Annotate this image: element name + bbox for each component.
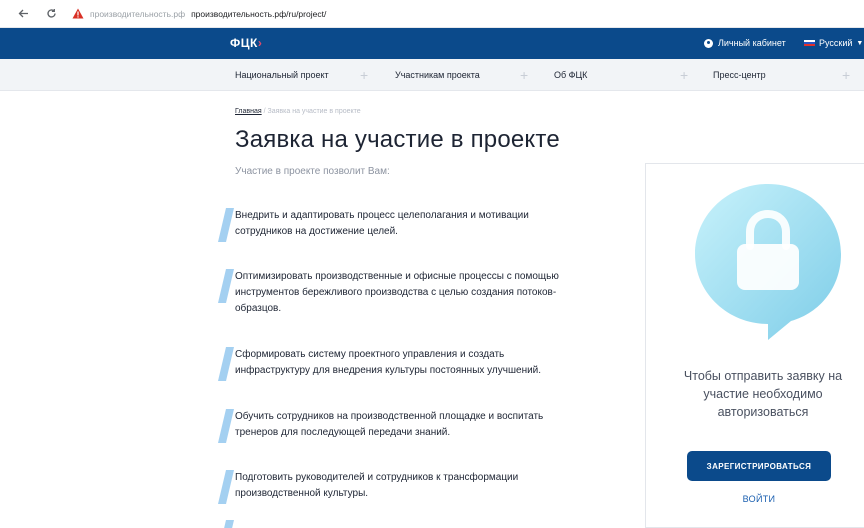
reload-icon[interactable] xyxy=(42,5,60,23)
benefit-text: Внедрить и адаптировать процесс целепола… xyxy=(235,210,529,237)
cabinet-label: Личный кабинет xyxy=(718,38,786,48)
warning-triangle-icon[interactable] xyxy=(72,8,84,20)
nav-item-national-project[interactable]: Национальный проект xyxy=(235,59,329,91)
lock-icon xyxy=(695,184,841,340)
site-logo[interactable]: ФЦК› xyxy=(230,36,262,50)
quote-slash-icon xyxy=(218,347,234,381)
auth-required-card: Чтобы отправить заявку на участие необхо… xyxy=(645,163,864,528)
language-selector[interactable]: Русский ▼ xyxy=(804,38,863,48)
nav-item-about[interactable]: Об ФЦК xyxy=(554,59,587,91)
benefit-text: Оптимизировать производственные и офисны… xyxy=(235,271,559,314)
breadcrumb-separator: / xyxy=(263,108,266,115)
caret-down-icon: ▼ xyxy=(856,39,864,47)
site-header: ФЦК› Личный кабинет Русский ▼ xyxy=(0,28,864,59)
nav-expand-icon[interactable]: + xyxy=(360,67,368,83)
login-link[interactable]: ВОЙТИ xyxy=(687,494,831,504)
url-full: производительность.рф/ru/project/ xyxy=(191,8,327,19)
address-bar[interactable]: производительность.рф производительность… xyxy=(90,9,326,19)
benefit-text: Подготовить руководителей и сотрудников … xyxy=(235,472,519,499)
page-title: Заявка на участие в проекте xyxy=(235,126,560,153)
url-domain: производительность.рф xyxy=(90,8,186,19)
page-subtitle: Участие в проекте позволит Вам: xyxy=(235,166,390,177)
breadcrumb: Главная / Заявка на участие в проекте xyxy=(235,108,361,115)
nav-item-participants[interactable]: Участникам проекта xyxy=(395,59,480,91)
main-navigation: Национальный проект + Участникам проекта… xyxy=(0,59,864,91)
nav-expand-icon[interactable]: + xyxy=(520,67,528,83)
russia-flag-icon xyxy=(804,39,815,47)
nav-item-press-center[interactable]: Пресс-центр xyxy=(713,59,766,91)
nav-expand-icon[interactable]: + xyxy=(842,67,850,83)
back-arrow-icon[interactable] xyxy=(14,5,32,23)
language-label: Русский xyxy=(819,38,853,48)
benefit-text: Обучить сотрудников на производственной … xyxy=(235,411,544,438)
breadcrumb-home-link[interactable]: Главная xyxy=(235,108,262,115)
browser-toolbar: производительность.рф производительность… xyxy=(0,0,864,28)
auth-message: Чтобы отправить заявку на участие необхо… xyxy=(683,369,843,419)
quote-slash-icon xyxy=(218,470,234,504)
nav-expand-icon[interactable]: + xyxy=(680,67,688,83)
quote-slash-icon xyxy=(224,520,234,528)
breadcrumb-current: Заявка на участие в проекте xyxy=(267,108,361,115)
user-icon xyxy=(704,38,713,48)
quote-slash-icon xyxy=(218,269,234,303)
personal-cabinet-link[interactable]: Личный кабинет xyxy=(704,38,786,48)
logo-mark: › xyxy=(257,36,263,50)
benefit-text: Сформировать систему проектного управлен… xyxy=(235,349,542,376)
quote-slash-icon xyxy=(218,208,234,242)
register-button[interactable]: ЗАРЕГИСТРИРОВАТЬСЯ xyxy=(687,451,831,481)
quote-slash-icon xyxy=(218,409,234,443)
logo-text: ФЦК xyxy=(230,36,258,50)
